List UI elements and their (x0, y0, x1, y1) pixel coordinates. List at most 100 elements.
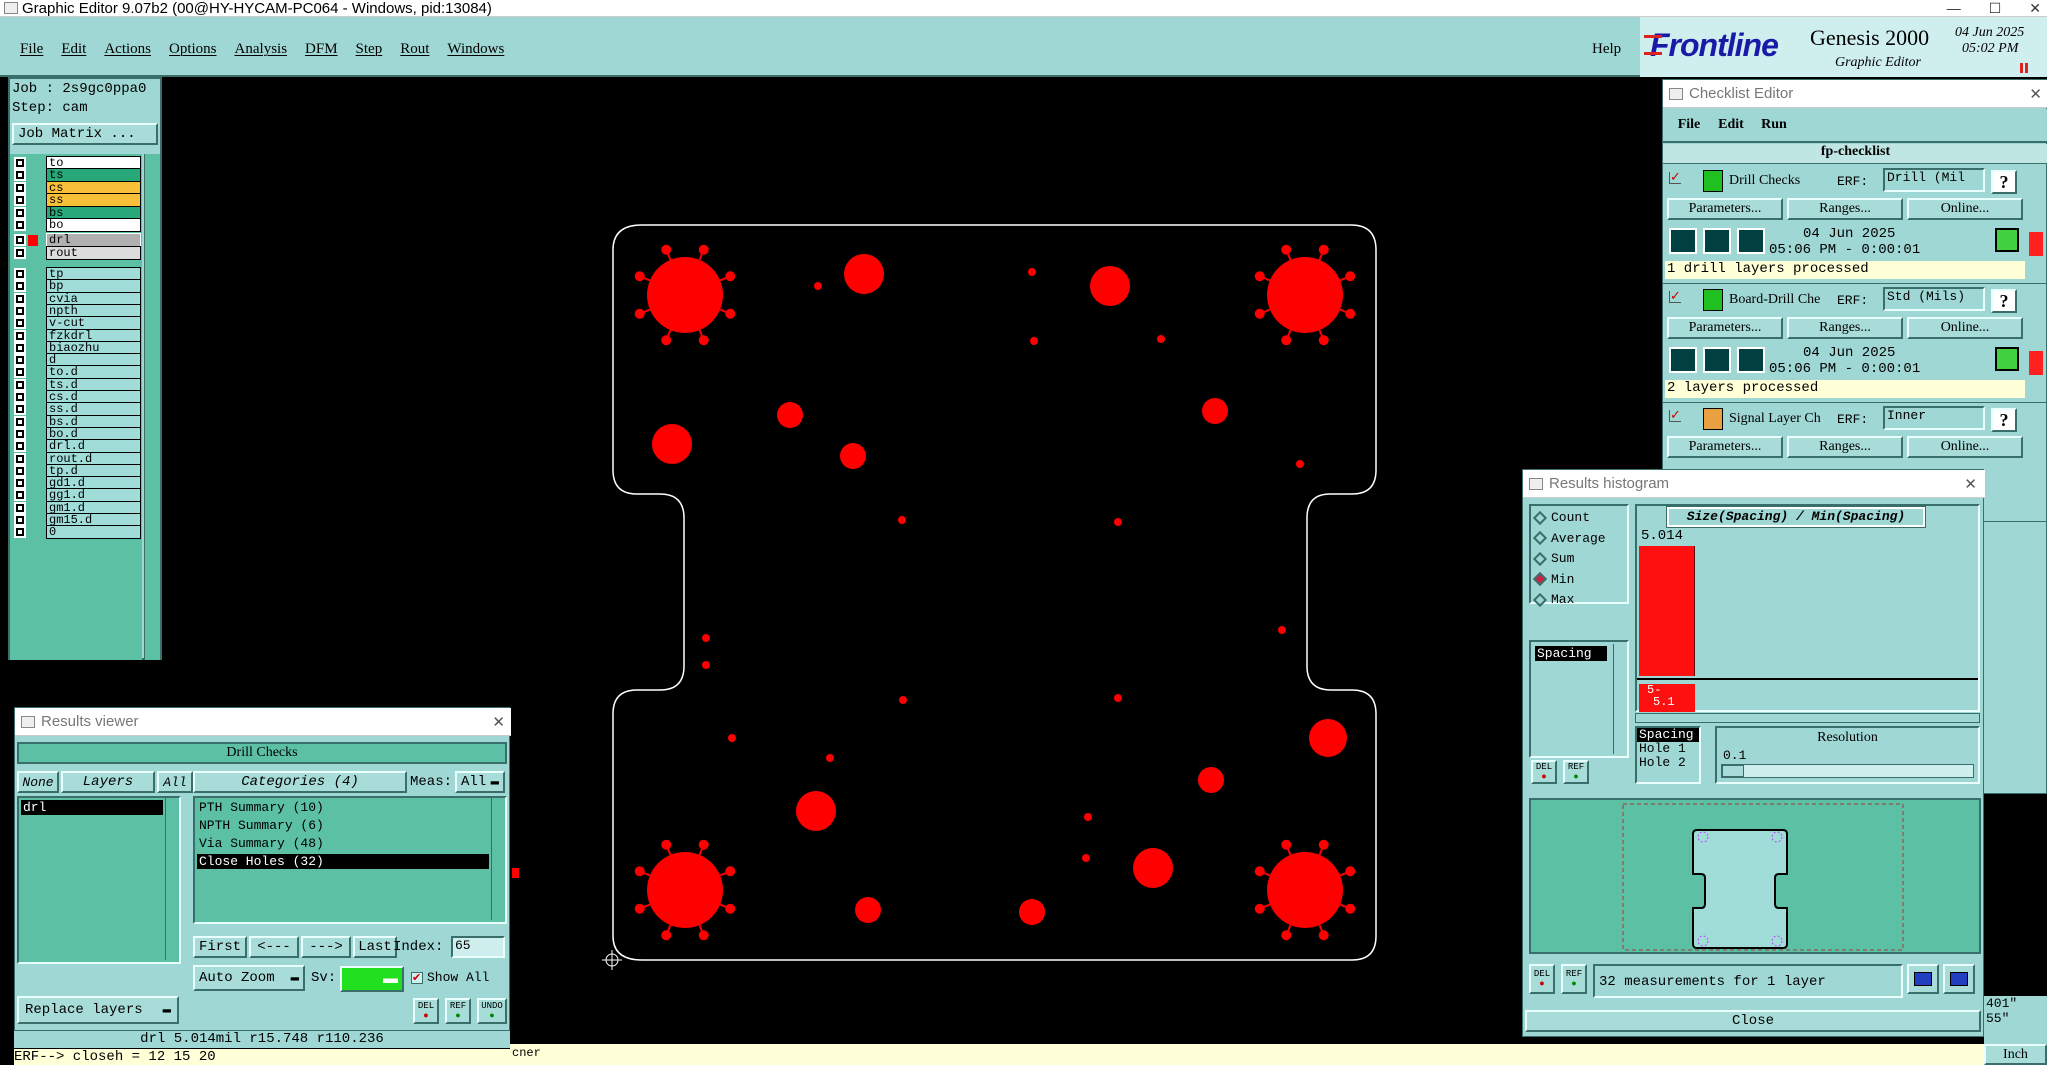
ranges-button[interactable]: Ranges... (1787, 317, 1903, 339)
sv-color-dropdown[interactable]: ▬ (340, 966, 404, 992)
close-icon[interactable]: ✕ (492, 713, 505, 731)
action-checkbox[interactable]: ✓ (1669, 408, 1681, 422)
layer-checkbox[interactable] (14, 206, 26, 219)
checklist-menu-run[interactable]: Run (1753, 113, 1795, 137)
histogram-close-button[interactable]: Close (1525, 1010, 1981, 1032)
layer-checkbox[interactable] (14, 219, 26, 231)
layer-checkbox[interactable] (14, 157, 26, 169)
all-button[interactable]: All (157, 771, 193, 793)
close-icon[interactable]: ✕ (2029, 85, 2042, 103)
run-action-icon[interactable] (1703, 228, 1731, 254)
layer-checkbox[interactable] (14, 247, 26, 259)
category-item[interactable]: Close Holes (32) (197, 854, 489, 869)
online-button[interactable]: Online... (1907, 317, 2023, 339)
layer-row[interactable]: ts (10, 168, 141, 183)
meas-item-spacing[interactable]: Spacing (1535, 646, 1607, 661)
replace-layers-dropdown[interactable]: Replace layers ▬ (17, 996, 179, 1024)
menu-rout[interactable]: Rout (400, 41, 429, 58)
layer-row[interactable]: d (10, 353, 141, 368)
none-button[interactable]: None (17, 771, 59, 793)
zoom-icon[interactable] (1995, 228, 2019, 252)
checklist-menu-edit[interactable]: Edit (1711, 113, 1751, 137)
layer-checkbox[interactable] (14, 452, 26, 465)
layer-row[interactable]: gm15.d (10, 513, 141, 527)
layer-checkbox[interactable] (14, 391, 26, 403)
layer-checkbox[interactable] (14, 317, 26, 330)
online-button[interactable]: Online... (1907, 436, 2023, 458)
checklist-menu-file[interactable]: File (1669, 113, 1709, 137)
prev-button[interactable]: <--- (249, 936, 299, 958)
layer-checkbox[interactable] (14, 366, 26, 379)
layer-checkbox[interactable] (14, 304, 26, 317)
layer-row[interactable]: bs.d (10, 414, 141, 429)
layer-row[interactable]: tp (10, 267, 141, 281)
category-item[interactable]: Via Summary (48) (197, 836, 489, 851)
mode-option-sum[interactable]: Sum (1532, 551, 1574, 566)
layer-list-scroll[interactable] (165, 798, 177, 960)
layer-checkbox[interactable] (14, 514, 26, 526)
layer-checkbox[interactable] (14, 169, 26, 182)
layer-row[interactable]: cvia (10, 291, 141, 306)
layer-row[interactable]: bo (10, 218, 141, 232)
layer-checkbox[interactable] (14, 403, 26, 416)
layer-checkbox[interactable] (14, 415, 26, 428)
menu-analysis[interactable]: Analysis (235, 41, 288, 58)
field-item[interactable]: Hole 2 (1637, 756, 1699, 770)
help-button[interactable]: ? (1991, 408, 2017, 432)
layer-row[interactable]: cs (10, 180, 141, 195)
layer-result-item[interactable]: drl (21, 800, 163, 815)
layer-row[interactable]: cs.d (10, 390, 141, 404)
show-all-checkbox[interactable]: ✔ (411, 972, 423, 984)
maximize-button[interactable]: ☐ (1989, 0, 2002, 17)
menu-step[interactable]: Step (356, 41, 383, 58)
auto-zoom-dropdown[interactable]: Auto Zoom ▬ (193, 965, 305, 991)
help-menu[interactable]: Help (1592, 41, 1621, 58)
layer-checkbox[interactable] (14, 341, 26, 354)
layer-checkbox[interactable] (14, 526, 26, 539)
last-button[interactable]: Last (353, 936, 397, 958)
close-window-button[interactable]: ✕ (2029, 0, 2041, 17)
layer-checkbox[interactable] (14, 464, 26, 477)
parameters-button[interactable]: Parameters... (1667, 198, 1783, 220)
ranges-button[interactable]: Ranges... (1787, 198, 1903, 220)
unit-button[interactable]: Inch (1984, 1044, 2047, 1065)
field-item[interactable]: Spacing (1637, 728, 1699, 742)
mode-option-average[interactable]: Average (1532, 531, 1606, 546)
next-button[interactable]: ---> (301, 936, 351, 958)
job-matrix-button[interactable]: Job Matrix ... (12, 123, 158, 145)
run-action-icon[interactable] (1737, 347, 1765, 373)
del-button[interactable]: DEL ● (1531, 760, 1557, 784)
ref-button[interactable]: REF ● (1563, 760, 1589, 784)
mode-option-max[interactable]: Max (1532, 592, 1574, 607)
erf-field[interactable]: Std (Mils) (1883, 287, 1985, 311)
help-button[interactable]: ? (1991, 170, 2017, 194)
run-action-icon[interactable] (1703, 347, 1731, 373)
layer-checkbox[interactable] (14, 477, 26, 490)
menu-dfm[interactable]: DFM (305, 41, 338, 58)
ranges-button[interactable]: Ranges... (1787, 436, 1903, 458)
histogram-hscroll[interactable] (1635, 713, 1980, 723)
layer-row[interactable]: ss.d (10, 402, 141, 417)
action-checkbox[interactable]: ✓ (1669, 289, 1681, 303)
category-item[interactable]: PTH Summary (10) (197, 800, 489, 815)
close-icon[interactable]: ✕ (1964, 475, 1977, 493)
layer-row[interactable]: drl (10, 233, 141, 247)
erf-field[interactable]: Inner (1883, 406, 1985, 430)
menu-actions[interactable]: Actions (104, 41, 151, 58)
del-button-bottom[interactable]: DEL ● (1529, 964, 1555, 994)
layer-row[interactable]: v-cut (10, 316, 141, 331)
layer-row[interactable]: bs (10, 205, 141, 220)
layer-checkbox[interactable] (14, 194, 26, 207)
layer-row[interactable]: gm1.d (10, 500, 141, 515)
layer-checkbox[interactable] (14, 292, 26, 305)
layer-checkbox[interactable] (14, 501, 26, 514)
histogram-export-icon[interactable] (1907, 964, 1939, 994)
run-action-icon[interactable] (1669, 228, 1697, 254)
layer-checkbox[interactable] (14, 489, 26, 502)
histogram-print-icon[interactable] (1943, 964, 1975, 994)
layer-row[interactable]: gg1.d (10, 488, 141, 503)
layer-row[interactable]: npth (10, 303, 141, 318)
run-action-icon[interactable] (1669, 347, 1697, 373)
viewer-ref-button[interactable]: REF ● (445, 998, 471, 1024)
help-button[interactable]: ? (1991, 289, 2017, 313)
